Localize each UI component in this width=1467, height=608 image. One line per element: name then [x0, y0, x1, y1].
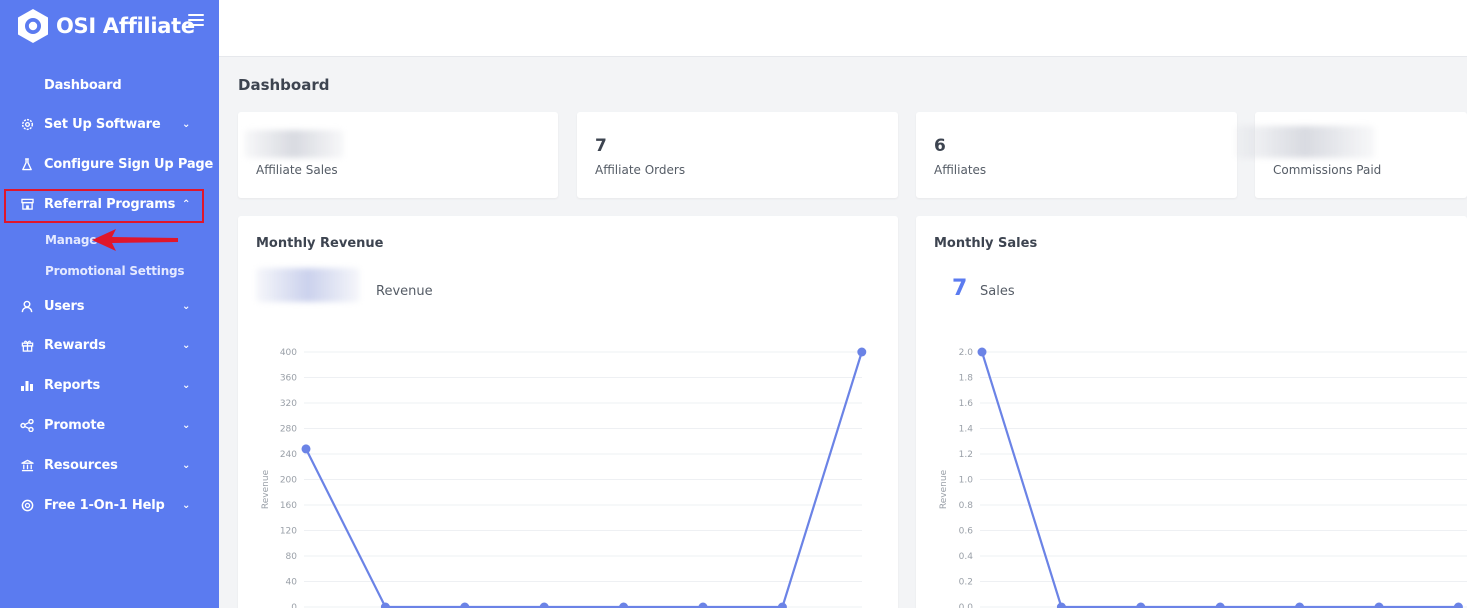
- chevron-down-icon: ⌄: [182, 118, 191, 130]
- sidebar-item-configure-sign-up-page[interactable]: Configure Sign Up Page: [0, 148, 219, 180]
- y-tick-label: 1.6: [959, 399, 974, 409]
- data-point[interactable]: [380, 602, 390, 608]
- data-point[interactable]: [1136, 602, 1146, 608]
- y-tick-label: 0: [291, 603, 297, 608]
- page-title: Dashboard: [238, 76, 330, 94]
- chevron-down-icon: ⌄: [182, 459, 191, 471]
- y-tick-label: 1.4: [959, 425, 974, 435]
- redacted-value: [244, 130, 344, 158]
- chevron-down-icon: ⌄: [182, 379, 191, 391]
- sidebar-item-label: Dashboard: [44, 77, 122, 93]
- data-point[interactable]: [460, 602, 470, 608]
- lifebuoy-icon: [20, 498, 34, 512]
- y-tick-label: 1.8: [959, 374, 974, 384]
- brand-name: OSI Affiliate: [56, 14, 195, 38]
- sidebar-item-reports[interactable]: Reports ⌄: [0, 369, 219, 401]
- osi-logo-icon: [16, 8, 50, 44]
- sales-chart: 0.0 0.2 0.4 0.6 0.8 1.0 1.2 1.4 1.6 1.8 2.0 Revenue: [939, 347, 1467, 608]
- sidebar-item-label: Reports: [44, 377, 101, 393]
- annotation-arrow-icon: [92, 229, 178, 251]
- data-point[interactable]: [619, 602, 629, 608]
- stat-card-commissions-paid: Commissions Paid: [1235, 112, 1467, 198]
- data-point[interactable]: [539, 602, 549, 608]
- highlight-box: [4, 189, 204, 223]
- stat-label: Commissions Paid: [1273, 163, 1382, 177]
- flask-icon: [20, 157, 34, 171]
- y-tick-label: 40: [286, 578, 298, 588]
- data-point[interactable]: [977, 347, 987, 357]
- sidebar-item-label: Free 1-On-1 Help: [44, 497, 165, 513]
- sidebar-item-users[interactable]: Users ⌄: [0, 290, 219, 322]
- share-icon: [20, 418, 34, 432]
- stat-label: Affiliate Sales: [256, 163, 338, 177]
- chevron-down-icon: ⌄: [182, 499, 191, 511]
- y-tick-label: 320: [280, 399, 297, 409]
- y-tick-label: 200: [280, 476, 297, 486]
- sidebar-item-label: Users: [44, 298, 85, 314]
- sidebar-item-promote[interactable]: Promote ⌄: [0, 409, 219, 441]
- sidebar-item-free-help[interactable]: Free 1-On-1 Help ⌄: [0, 489, 219, 521]
- data-point[interactable]: [301, 444, 311, 454]
- bank-icon: [20, 458, 34, 472]
- y-tick-label: 0.2: [959, 578, 973, 588]
- data-point[interactable]: [1056, 602, 1066, 608]
- data-point[interactable]: [857, 347, 867, 357]
- y-tick-label: 0.8: [959, 501, 974, 511]
- y-tick-label: 120: [280, 527, 297, 537]
- chevron-down-icon: ⌄: [182, 300, 191, 312]
- stat-card-affiliate-orders: 7 Affiliate Orders: [577, 112, 898, 198]
- chart-card-monthly-revenue: Monthly Revenue Revenue 0 40 80 120 160 200 24…: [238, 216, 898, 608]
- data-point[interactable]: [1215, 602, 1225, 608]
- sidebar-item-set-up-software[interactable]: Set Up Software ⌄: [0, 108, 219, 140]
- sidebar-item-label: Resources: [44, 457, 118, 473]
- y-tick-label: 240: [280, 450, 297, 460]
- stat-label: Affiliate Orders: [595, 163, 686, 177]
- sidebar-item-dashboard[interactable]: Dashboard: [0, 69, 219, 101]
- stat-value: 7: [595, 136, 607, 156]
- gear-icon: [20, 117, 34, 131]
- y-tick-label: 2.0: [959, 348, 974, 358]
- gift-icon: [20, 338, 34, 352]
- data-point[interactable]: [1374, 602, 1384, 608]
- sidebar-item-resources[interactable]: Resources ⌄: [0, 449, 219, 481]
- revenue-chart: 0 40 80 120 160 200 240 280 320 360 400 Revenue: [261, 347, 867, 608]
- data-point[interactable]: [1295, 602, 1305, 608]
- y-tick-label: 160: [280, 501, 297, 511]
- y-tick-label: 280: [280, 425, 297, 435]
- stat-card-affiliate-sales: Affiliate Sales: [238, 112, 558, 198]
- stat-value: 6: [934, 136, 946, 156]
- stat-label: Affiliates: [934, 163, 987, 177]
- y-tick-label: 360: [280, 374, 297, 384]
- data-point[interactable]: [1453, 602, 1463, 608]
- user-icon: [20, 299, 34, 313]
- sidebar-item-label: Set Up Software: [44, 116, 161, 132]
- hamburger-menu-icon[interactable]: [188, 14, 204, 28]
- redacted-value: [1235, 126, 1375, 158]
- bar-chart-icon: [20, 378, 34, 392]
- y-tick-label: 0.0: [959, 603, 974, 608]
- sidebar-item-label: Promote: [44, 417, 105, 433]
- sidebar-item-label: Configure Sign Up Page: [44, 156, 214, 172]
- chevron-down-icon: ⌄: [182, 339, 191, 351]
- y-tick-label: 400: [280, 348, 297, 358]
- y-axis-label: Revenue: [939, 469, 949, 509]
- sidebar-item-rewards[interactable]: Rewards ⌄: [0, 329, 219, 361]
- y-tick-label: 0.6: [959, 527, 974, 537]
- y-tick-label: 80: [286, 552, 298, 562]
- brand[interactable]: OSI Affiliate: [16, 8, 195, 44]
- y-tick-label: 1.0: [959, 476, 974, 486]
- sidebar-item-label: Rewards: [44, 337, 106, 353]
- y-tick-label: 1.2: [959, 450, 973, 460]
- data-point[interactable]: [777, 602, 787, 608]
- data-point[interactable]: [698, 602, 708, 608]
- chevron-down-icon: ⌄: [182, 419, 191, 431]
- y-axis-label: Revenue: [261, 469, 271, 509]
- sidebar: OSI Affiliate Dashboard Set Up Software …: [0, 0, 219, 608]
- chart-card-monthly-sales: Monthly Sales 7 Sales 0.0 0.2 0.4 0.6 0.8 1.0…: [916, 216, 1467, 608]
- sidebar-subitem-promotional-settings[interactable]: Promotional Settings: [45, 264, 185, 278]
- topbar: [219, 0, 1467, 57]
- y-tick-label: 0.4: [959, 552, 974, 562]
- stat-card-affiliates: 6 Affiliates: [916, 112, 1237, 198]
